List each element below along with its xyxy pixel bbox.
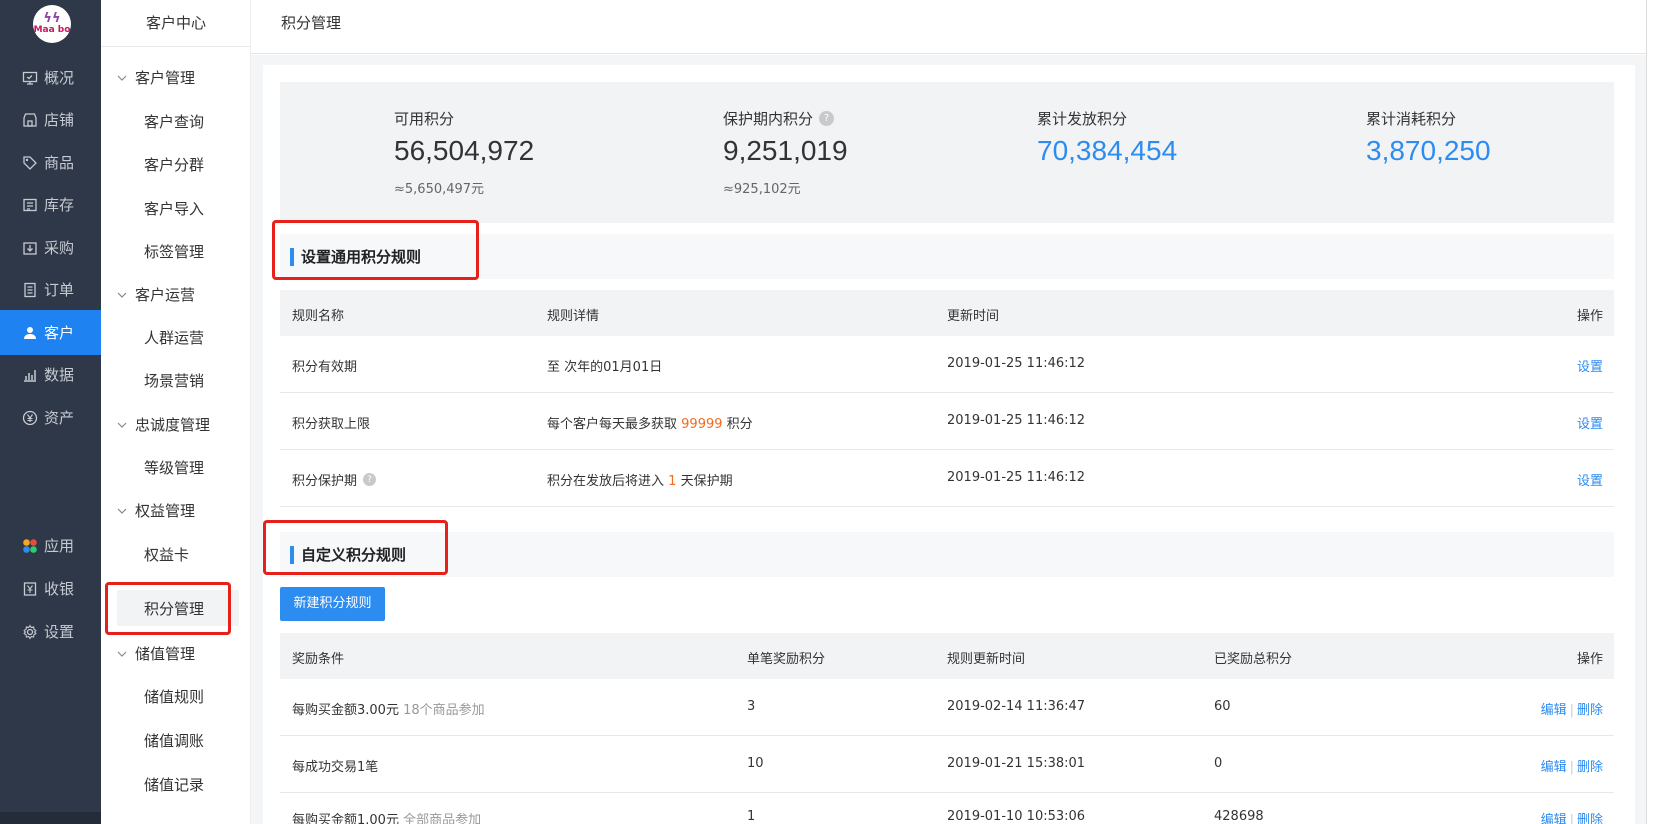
- nav-item-apps[interactable]: 应用: [0, 523, 101, 568]
- table-row: 每购买金额3.00元 18个商品参加 3 2019-02-14 11:36:47…: [280, 679, 1614, 736]
- table-row: 每购买金额1.00元 全部商品参加 1 2019-01-10 10:53:06 …: [280, 793, 1614, 824]
- nav-item-data[interactable]: 数据: [0, 352, 101, 397]
- sub-nav-item-level-management[interactable]: 等级管理: [144, 457, 204, 478]
- sub-nav-title: 客户中心: [101, 0, 251, 47]
- delete-button[interactable]: 删除: [1577, 760, 1603, 775]
- nav-item-assets[interactable]: 资产: [0, 395, 101, 440]
- store-icon: [22, 112, 38, 128]
- custom-rules-table-header: 奖励条件 单笔奖励积分 规则更新时间 已奖励总积分 操作: [280, 633, 1614, 679]
- edit-button[interactable]: 编辑: [1541, 703, 1567, 718]
- apps-icon: [22, 538, 38, 554]
- points-summary: 可用积分 56,504,972 ≈5,650,497元 保护期内积分? 9,25…: [280, 82, 1614, 223]
- purchase-icon: [22, 240, 38, 256]
- highlight-box-points-nav: [105, 582, 231, 635]
- inventory-icon: [22, 197, 38, 213]
- nav-footer: [0, 812, 101, 824]
- main-nav: ϟϟMaa bo 概况 店铺 商品 库存 采购 订单 客户 数据 资产 应用: [0, 0, 101, 824]
- sub-nav-item-customer-query[interactable]: 客户查询: [144, 111, 204, 132]
- custom-rules-header: 自定义积分规则: [280, 532, 1614, 577]
- table-row: 每成功交易1笔 10 2019-01-21 15:38:01 0 编辑 | 删除: [280, 736, 1614, 793]
- delete-button[interactable]: 删除: [1577, 813, 1603, 824]
- highlight-box-general-rules: [272, 220, 479, 280]
- nav-item-customers[interactable]: 客户: [0, 310, 101, 355]
- nav-item-purchase[interactable]: 采购: [0, 225, 101, 270]
- sub-nav-item-stored-value-rules[interactable]: 储值规则: [144, 686, 204, 707]
- sub-nav-group-customer-management[interactable]: 客户管理: [117, 67, 195, 88]
- sub-nav-group-stored-value[interactable]: 储值管理: [117, 643, 195, 664]
- sub-nav-item-scene-marketing[interactable]: 场景营销: [144, 370, 204, 391]
- overview-icon: [22, 70, 38, 86]
- help-icon[interactable]: ?: [363, 473, 377, 486]
- sub-nav: 客户中心 客户管理 客户查询 客户分群 客户导入 标签管理 客户运营 人群运营 …: [101, 0, 251, 824]
- sub-nav-group-customer-operations[interactable]: 客户运营: [117, 284, 195, 305]
- set-button[interactable]: 设置: [1577, 413, 1603, 432]
- sub-nav-item-customer-import[interactable]: 客户导入: [144, 198, 204, 219]
- table-row: 积分有效期 至 次年的01月01日 2019-01-25 11:46:12 设置: [280, 336, 1614, 393]
- right-scroll-edge[interactable]: [1646, 0, 1657, 824]
- sub-nav-item-crowd-operations[interactable]: 人群运营: [144, 327, 204, 348]
- cashier-icon: [22, 581, 38, 597]
- sub-nav-item-tag-management[interactable]: 标签管理: [144, 241, 204, 262]
- sub-nav-item-customer-groups[interactable]: 客户分群: [144, 154, 204, 175]
- nav-item-inventory[interactable]: 库存: [0, 182, 101, 227]
- chevron-down-icon: [117, 420, 127, 430]
- table-row: 积分获取上限 每个客户每天最多获取 99999 积分 2019-01-25 11…: [280, 393, 1614, 450]
- nav-item-overview[interactable]: 概况: [0, 55, 101, 100]
- nav-item-settings[interactable]: 设置: [0, 609, 101, 654]
- edit-button[interactable]: 编辑: [1541, 760, 1567, 775]
- table-row: 积分保护期? 积分在发放后将进入 1 天保护期 2019-01-25 11:46…: [280, 450, 1614, 507]
- chevron-down-icon: [117, 290, 127, 300]
- new-points-rule-button[interactable]: 新建积分规则: [280, 587, 385, 621]
- set-button[interactable]: 设置: [1577, 356, 1603, 375]
- nav-item-products[interactable]: 商品: [0, 140, 101, 185]
- sub-nav-group-loyalty[interactable]: 忠诚度管理: [117, 414, 210, 435]
- edit-button[interactable]: 编辑: [1541, 813, 1567, 824]
- nav-item-store[interactable]: 店铺: [0, 97, 101, 142]
- yen-icon: [22, 410, 38, 426]
- gear-icon: [22, 623, 38, 640]
- brand-logo[interactable]: ϟϟ Maa bo: [33, 5, 71, 43]
- sub-nav-item-stored-value-records[interactable]: 储值记录: [144, 774, 204, 795]
- page-title: 积分管理: [281, 14, 342, 32]
- nav-item-orders[interactable]: 订单: [0, 267, 101, 312]
- tag-icon: [22, 155, 38, 171]
- nav-item-cashier[interactable]: 收银: [0, 566, 101, 611]
- set-button[interactable]: 设置: [1577, 470, 1603, 489]
- chart-icon: [22, 367, 38, 383]
- sub-nav-item-benefit-card[interactable]: 权益卡: [144, 544, 189, 565]
- help-icon[interactable]: ?: [819, 111, 835, 126]
- order-icon: [22, 282, 38, 298]
- highlight-box-custom-rules: [263, 520, 448, 575]
- delete-button[interactable]: 删除: [1577, 703, 1603, 718]
- user-icon: [22, 325, 38, 341]
- general-rules-table-header: 规则名称 规则详情 更新时间 操作: [280, 290, 1614, 336]
- sub-nav-item-stored-value-adjust[interactable]: 储值调账: [144, 730, 204, 751]
- chevron-down-icon: [117, 73, 127, 83]
- chevron-down-icon: [117, 506, 127, 516]
- general-rules-header: 设置通用积分规则: [280, 234, 1614, 279]
- chevron-down-icon: [117, 649, 127, 659]
- sub-nav-group-benefits[interactable]: 权益管理: [117, 500, 195, 521]
- top-bar: 积分管理: [251, 0, 1657, 54]
